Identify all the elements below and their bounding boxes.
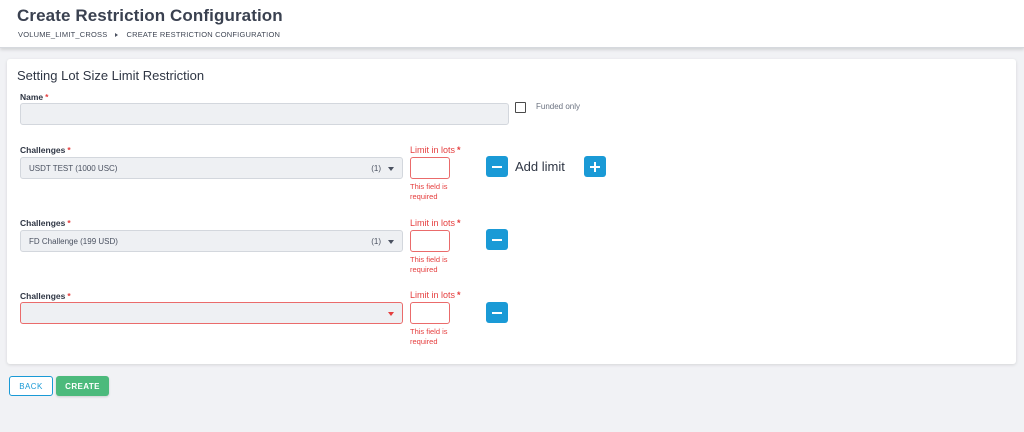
challenges-select[interactable]: FD Challenge (199 USD) (1) bbox=[20, 230, 403, 252]
funded-only-label: Funded only bbox=[536, 102, 581, 111]
challenges-select[interactable] bbox=[20, 302, 403, 324]
add-limit-label: Add limit bbox=[515, 159, 565, 174]
challenges-label: Challenges * bbox=[20, 218, 71, 228]
caret-down-icon bbox=[388, 240, 394, 244]
remove-limit-button[interactable] bbox=[486, 229, 508, 250]
plus-icon-vertical bbox=[594, 161, 596, 172]
challenges-select-value: USDT TEST (1000 USC) bbox=[29, 164, 118, 173]
challenges-label: Challenges * bbox=[20, 291, 71, 301]
limit-in-lots-label: Limit in lots * bbox=[410, 290, 461, 300]
restriction-form-card: Setting Lot Size Limit Restriction Name *… bbox=[7, 59, 1016, 364]
limit-in-lots-label: Limit in lots * bbox=[410, 218, 461, 228]
back-button[interactable]: BACK bbox=[9, 376, 53, 396]
minus-icon bbox=[492, 239, 502, 241]
limit-in-lots-label: Limit in lots * bbox=[410, 145, 461, 155]
breadcrumb-item-current: CREATE RESTRICTION CONFIGURATION bbox=[126, 30, 281, 39]
add-limit-button[interactable] bbox=[584, 156, 606, 177]
breadcrumb-item-volume-limit-cross[interactable]: VOLUME_LIMIT_CROSS bbox=[18, 30, 107, 39]
limit-in-lots-input[interactable] bbox=[410, 302, 450, 324]
challenges-select-count: (1) bbox=[371, 237, 381, 246]
limit-error-text: This field is required bbox=[410, 255, 448, 274]
limit-error-text: This field is required bbox=[410, 182, 448, 201]
challenges-select-value: FD Challenge (199 USD) bbox=[29, 237, 118, 246]
remove-limit-button[interactable] bbox=[486, 156, 508, 177]
remove-limit-button[interactable] bbox=[486, 302, 508, 323]
caret-down-icon bbox=[388, 312, 394, 316]
challenges-label: Challenges * bbox=[20, 145, 71, 155]
breadcrumb: VOLUME_LIMIT_CROSS CREATE RESTRICTION CO… bbox=[18, 30, 280, 39]
funded-only-checkbox[interactable] bbox=[515, 102, 526, 113]
chevron-right-icon bbox=[115, 32, 119, 37]
limit-in-lots-input[interactable] bbox=[410, 230, 450, 252]
challenges-select[interactable]: USDT TEST (1000 USC) (1) bbox=[20, 157, 403, 179]
page-header: Create Restriction Configuration VOLUME_… bbox=[0, 0, 1024, 48]
minus-icon bbox=[492, 312, 502, 314]
limit-in-lots-input[interactable] bbox=[410, 157, 450, 179]
challenges-select-count: (1) bbox=[371, 164, 381, 173]
limit-error-text: This field is required bbox=[410, 327, 448, 346]
name-input[interactable] bbox=[20, 103, 509, 125]
caret-down-icon bbox=[388, 167, 394, 171]
minus-icon bbox=[492, 166, 502, 168]
section-title: Setting Lot Size Limit Restriction bbox=[17, 68, 205, 83]
create-button[interactable]: CREATE bbox=[56, 376, 109, 396]
name-label: Name * bbox=[20, 92, 49, 102]
page-title: Create Restriction Configuration bbox=[17, 6, 283, 25]
